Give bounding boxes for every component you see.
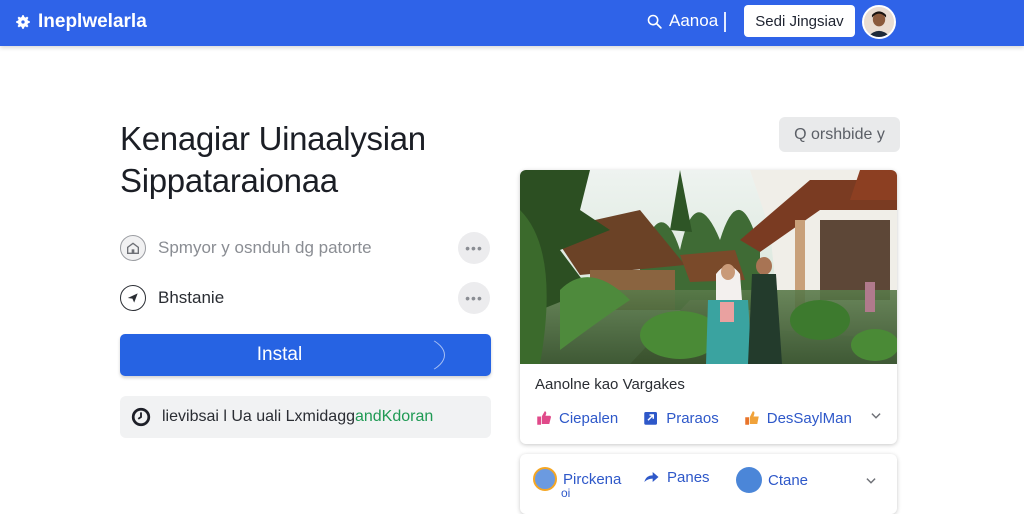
heading-line-2: Sippataraionaa xyxy=(120,162,338,199)
card2-item-label: Pirckena xyxy=(563,470,622,488)
send-icon xyxy=(120,285,146,311)
search-label: Aanoa xyxy=(669,11,719,30)
post-card-2[interactable]: Pirckena Panes Ctane xyxy=(520,454,897,514)
brand-logo[interactable]: Ineplwelarla xyxy=(14,10,147,34)
info-text: lievibsai l Ua uali Lxmidagg xyxy=(162,408,355,425)
sign-in-button[interactable]: Sedi Jingsiav xyxy=(744,5,855,37)
page-heading: Kenagiar Uinaalysian Sippataraionaa xyxy=(120,118,500,202)
chevron-down-icon[interactable] xyxy=(869,409,883,423)
action-label: DesSaylMan xyxy=(766,409,852,427)
user-portrait-icon xyxy=(864,7,894,37)
nav-divider xyxy=(724,12,726,32)
heading-line-1: Kenagiar Uinaalysian xyxy=(120,120,426,157)
search-link[interactable]: Aanoa xyxy=(646,11,718,31)
action-3[interactable]: DesSaylMan xyxy=(743,409,852,427)
avatar xyxy=(533,467,557,491)
button-decoration xyxy=(330,334,445,376)
post-card[interactable]: Aanolne kao Vargakes Ciepalen Praraos De… xyxy=(520,170,897,444)
thumbs-up-icon xyxy=(537,411,551,425)
post-photo xyxy=(520,170,897,364)
card2-item-1[interactable]: Pirckena xyxy=(533,467,621,491)
post-caption: Aanolne kao Vargakes xyxy=(535,376,685,393)
card2-item-2[interactable]: Panes xyxy=(641,467,710,487)
card2-item-label: Ctane xyxy=(768,471,809,489)
search-icon xyxy=(647,14,662,29)
list-item-label: Bhstanie xyxy=(158,288,225,307)
post-actions: Ciepalen Praraos DesSaylMan xyxy=(535,406,885,430)
home-icon xyxy=(120,235,146,261)
action-1[interactable]: Ciepalen xyxy=(535,409,618,427)
user-avatar[interactable] xyxy=(862,5,896,39)
search-chip-label: Q orshbide y xyxy=(794,125,885,143)
more-options-button[interactable]: ••• xyxy=(458,282,490,314)
share-arrow-icon xyxy=(644,472,659,482)
list-item-label: Spmyor y osnduh dg patorte xyxy=(158,238,372,257)
install-label: Instal xyxy=(256,344,303,365)
brand-name: Ineplwelarla xyxy=(38,11,147,32)
chevron-down-icon[interactable] xyxy=(864,474,878,488)
card2-item-sub: oi xyxy=(561,486,571,500)
share-square-icon xyxy=(644,412,658,425)
top-navigation-bar: Ineplwelarla Aanoa Sedi Jingsiav xyxy=(0,0,1024,46)
avatar xyxy=(736,467,762,493)
card2-item-label: Panes xyxy=(667,468,710,486)
action-label: Praraos xyxy=(666,409,719,427)
search-chip[interactable]: Q orshbide y xyxy=(779,117,900,152)
action-label: Ciepalen xyxy=(559,409,619,427)
info-banner: lievibsai l Ua uali Lxmidagg andKdoran xyxy=(120,396,491,438)
list-item[interactable]: Bhstanie ••• xyxy=(120,282,490,314)
gear-icon xyxy=(16,15,30,29)
clock-icon xyxy=(131,407,151,427)
like-icon xyxy=(745,411,759,425)
list-item[interactable]: Spmyor y osnduh dg patorte ••• xyxy=(120,232,490,264)
card2-item-3[interactable]: Ctane xyxy=(736,467,808,493)
install-button[interactable]: Instal xyxy=(120,334,491,376)
info-link[interactable]: andKdoran xyxy=(355,408,433,426)
action-2[interactable]: Praraos xyxy=(642,409,719,427)
more-options-button[interactable]: ••• xyxy=(458,232,490,264)
